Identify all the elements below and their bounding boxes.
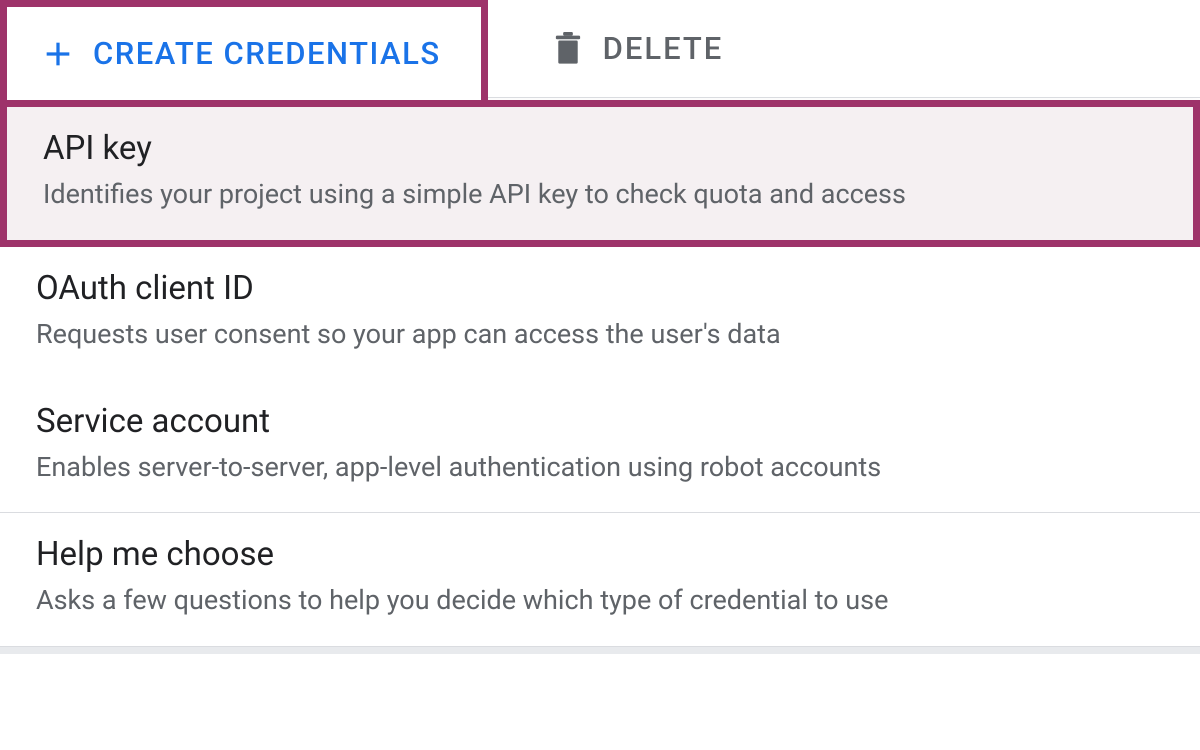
delete-label: DELETE (603, 30, 724, 67)
credentials-dropdown-menu: API key Identifies your project using a … (0, 100, 1200, 646)
menu-item-title: OAuth client ID (36, 269, 1164, 308)
plus-icon (41, 37, 75, 71)
trash-icon (553, 32, 583, 66)
menu-item-title: Service account (36, 402, 1164, 441)
menu-item-description: Identifies your project using a simple A… (43, 176, 1157, 214)
menu-item-description: Requests user consent so your app can ac… (36, 316, 1164, 354)
menu-item-api-key[interactable]: API key Identifies your project using a … (0, 100, 1200, 247)
menu-item-title: API key (43, 129, 1157, 168)
menu-item-oauth-client-id[interactable]: OAuth client ID Requests user consent so… (0, 247, 1200, 380)
menu-item-help-me-choose[interactable]: Help me choose Asks a few questions to h… (0, 513, 1200, 646)
menu-item-title: Help me choose (36, 535, 1164, 574)
menu-item-description: Enables server-to-server, app-level auth… (36, 449, 1164, 487)
bottom-bar (0, 646, 1200, 654)
menu-item-service-account[interactable]: Service account Enables server-to-server… (0, 380, 1200, 513)
toolbar: CREATE CREDENTIALS DELETE (0, 0, 1200, 100)
delete-button[interactable]: DELETE (488, 0, 1200, 98)
create-credentials-button[interactable]: CREATE CREDENTIALS (0, 0, 488, 100)
create-credentials-label: CREATE CREDENTIALS (93, 35, 441, 72)
menu-item-description: Asks a few questions to help you decide … (36, 582, 1164, 620)
